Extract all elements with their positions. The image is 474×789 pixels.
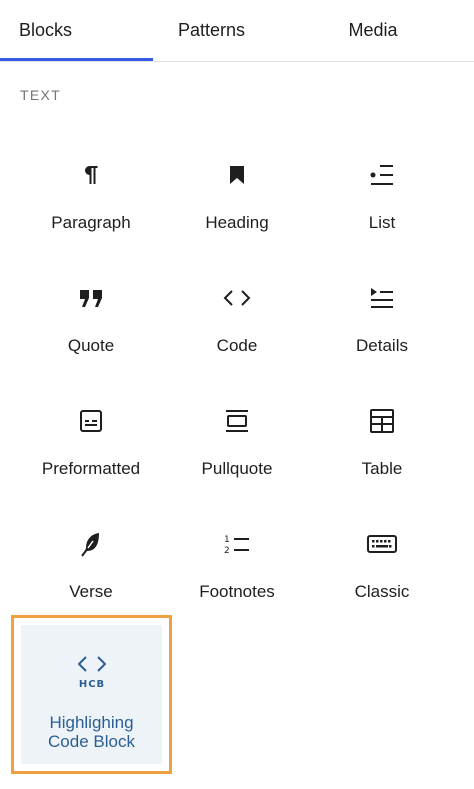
list-icon bbox=[309, 155, 455, 195]
category-heading: TEXT bbox=[20, 87, 61, 103]
active-tab-indicator bbox=[0, 58, 153, 61]
tab-patterns[interactable]: Patterns bbox=[160, 0, 263, 60]
svg-text:2: 2 bbox=[224, 546, 230, 556]
block-label: Quote bbox=[67, 336, 115, 355]
pullquote-icon bbox=[164, 401, 310, 441]
inserter-tabs: Blocks Patterns Media bbox=[0, 0, 474, 62]
block-label: Pullquote bbox=[201, 459, 273, 478]
tab-media[interactable]: Media bbox=[320, 0, 426, 60]
block-preformatted[interactable]: Preformatted bbox=[18, 401, 164, 511]
block-label: Code bbox=[216, 336, 258, 355]
svg-text:1: 1 bbox=[224, 535, 230, 545]
footnotes-icon: 12 bbox=[164, 524, 310, 564]
block-pullquote[interactable]: Pullquote bbox=[164, 401, 310, 511]
details-icon bbox=[309, 278, 455, 318]
block-code[interactable]: Code bbox=[164, 278, 310, 388]
block-label-line-2: Code Block bbox=[48, 732, 135, 751]
block-label: Classic bbox=[354, 582, 410, 601]
feather-icon bbox=[18, 524, 164, 564]
code-icon bbox=[164, 278, 310, 318]
block-label: Verse bbox=[69, 582, 113, 601]
quote-icon bbox=[18, 278, 164, 318]
block-label: Details bbox=[356, 336, 408, 355]
block-label: Footnotes bbox=[199, 582, 275, 601]
block-label-line-1: Highlighing bbox=[49, 713, 134, 732]
block-label: List bbox=[368, 213, 396, 232]
block-paragraph[interactable]: Paragraph bbox=[18, 155, 164, 265]
block-label: Heading bbox=[205, 213, 269, 232]
preformatted-icon bbox=[18, 401, 164, 441]
svg-text:HCB: HCB bbox=[78, 679, 104, 690]
block-footnotes[interactable]: 12 Footnotes bbox=[164, 524, 310, 634]
block-card-background: HCB Highlighing Code Block bbox=[21, 625, 162, 764]
table-icon bbox=[309, 401, 455, 441]
bookmark-icon bbox=[164, 155, 310, 195]
paragraph-icon bbox=[18, 155, 164, 195]
block-label: Paragraph bbox=[51, 213, 131, 232]
block-label: Highlighing Code Block bbox=[21, 713, 162, 751]
tab-blocks[interactable]: Blocks bbox=[0, 0, 113, 60]
hcb-code-icon: HCB bbox=[21, 654, 162, 690]
block-list[interactable]: List bbox=[309, 155, 455, 265]
block-label: Preformatted bbox=[41, 459, 141, 478]
block-classic[interactable]: Classic bbox=[309, 524, 455, 634]
block-highlighting-code-block[interactable]: HCB Highlighing Code Block bbox=[11, 615, 172, 774]
block-table[interactable]: Table bbox=[309, 401, 455, 511]
keyboard-icon bbox=[309, 524, 455, 564]
block-details[interactable]: Details bbox=[309, 278, 455, 388]
block-quote[interactable]: Quote bbox=[18, 278, 164, 388]
block-label: Table bbox=[361, 459, 403, 478]
block-heading[interactable]: Heading bbox=[164, 155, 310, 265]
